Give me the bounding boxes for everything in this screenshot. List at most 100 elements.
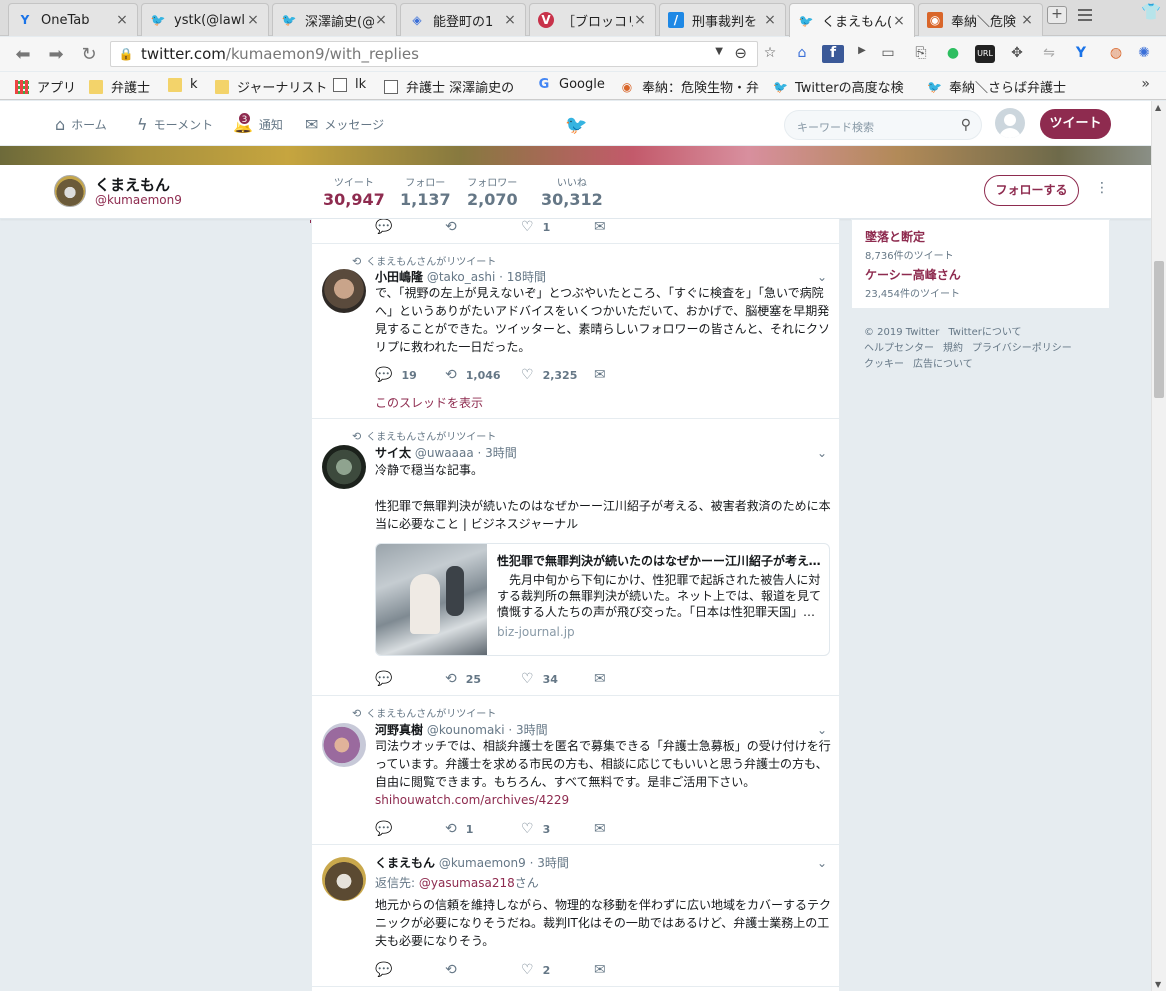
bookmark-twitter-search[interactable]: 🐦 Twitterの高度な検 (773, 77, 913, 97)
footer-link-help[interactable]: ヘルプセンター (864, 343, 934, 354)
twitter-bird-icon[interactable]: 🐦 (565, 115, 587, 136)
avatar[interactable] (322, 269, 366, 313)
avatar[interactable] (322, 857, 366, 901)
author-name[interactable]: 河野真樹 (375, 723, 423, 737)
like-action[interactable]: ♡ 1 (521, 219, 550, 235)
tweet-item[interactable]: ⟲ くまえもんさんがリツイート 河野真樹 @kounomaki · 3時間 ⌄ 司… (312, 696, 839, 845)
bookmark-google[interactable]: G Google (537, 77, 605, 92)
avatar[interactable] (54, 175, 86, 207)
move-icon[interactable]: ✥ (1007, 45, 1027, 63)
reply-action[interactable]: 💬 (375, 219, 401, 235)
bookmark-hounou[interactable]: ◉ 奉納：危険生物・弁 (620, 77, 760, 97)
bookmark-icon[interactable]: ⎘ (911, 45, 931, 63)
dropdown-arrow-icon[interactable]: ▼ (715, 46, 723, 57)
author-name[interactable]: 小田嶋隆 (375, 270, 423, 284)
tweet-item[interactable]: ⟲ くまえもんさんがリツイート 小田嶋隆 @tako_ashi · 18時間 ⌄ … (312, 244, 839, 419)
reader-icon[interactable]: ▭ (878, 45, 898, 63)
close-icon[interactable]: × (374, 12, 388, 28)
author-name[interactable]: サイ太 (375, 446, 411, 460)
tweet-item[interactable]: 💬 ⟲ ♡ 1 ✉ (312, 219, 839, 244)
forward-arrow-icon[interactable]: ➡ (45, 44, 67, 65)
nav-messages[interactable]: ✉ メッセージ (305, 115, 384, 134)
footer-link-terms[interactable]: 規約 (943, 343, 963, 354)
author-handle[interactable]: @tako_ashi (427, 270, 495, 284)
bookmark-folder-k[interactable]: k (168, 77, 198, 92)
tweet-time[interactable]: · 18時間 (499, 270, 546, 284)
chevron-down-icon[interactable]: ⌄ (817, 856, 827, 870)
browser-tab-noto[interactable]: ◈ 能登町の1 × (400, 3, 526, 36)
scroll-up-arrow-icon[interactable]: ▲ (1155, 103, 1161, 112)
chevron-right-icon[interactable]: » (1141, 76, 1150, 92)
extension-icon[interactable]: ⇋ (1039, 45, 1059, 63)
scrollbar-thumb[interactable] (1154, 261, 1164, 398)
home-icon[interactable]: ⌂ (792, 45, 812, 63)
close-icon[interactable]: × (246, 12, 260, 28)
extension-icon[interactable]: ◍ (1106, 45, 1126, 63)
avatar[interactable] (995, 108, 1025, 138)
browser-tab-broccoli[interactable]: V ［ブロッコリ × (529, 3, 656, 36)
arrow-right-icon[interactable]: ▶ (852, 45, 872, 63)
browser-tab-fukazawa[interactable]: 🐦 深澤諭史(@ × (272, 3, 397, 36)
reply-to-handle[interactable]: @yasumasa218 (419, 876, 515, 890)
trend-item[interactable]: 墜落と断定 8,736件のツイート (865, 228, 954, 262)
chevron-down-icon[interactable]: ⌄ (817, 446, 827, 460)
tweet-time[interactable]: · 3時間 (508, 723, 547, 737)
trend-item[interactable]: ケーシー高峰さん 23,454件のツイート (865, 266, 961, 300)
footer-link-cookies[interactable]: クッキー (864, 359, 904, 370)
reply-action[interactable]: 💬 (375, 821, 401, 837)
browser-tab-hounou[interactable]: ◉ 奉納＼危険 × (918, 3, 1043, 36)
bookmark-folder-lawyer[interactable]: 弁護士 (89, 77, 150, 96)
bookmark-fukazawa[interactable]: 弁護士 深澤諭史の (384, 77, 524, 96)
stat-following[interactable]: フォロー 1,137 (400, 174, 451, 209)
reload-icon[interactable]: ↻ (78, 44, 100, 65)
page-scrollbar[interactable]: ▲ ▼ (1151, 101, 1166, 991)
evernote-icon[interactable]: ● (943, 45, 963, 63)
new-tab-button[interactable]: + (1047, 6, 1067, 24)
close-icon[interactable]: × (1020, 12, 1034, 28)
tweet-item[interactable]: ⟲ くまえもんさんがリツイート サイ太 @uwaaaa · 3時間 ⌄ 冷静で穏当… (312, 419, 839, 696)
address-bar[interactable]: 🔒 twitter.com/kumaemon9/with_replies ▼ ⊖ (110, 41, 758, 67)
reply-action[interactable]: 💬 (375, 962, 401, 978)
bookmark-lk[interactable]: lk (333, 77, 366, 92)
profile-icon[interactable]: 👕 (1141, 2, 1161, 21)
nav-moments[interactable]: ϟ モーメント (137, 115, 213, 134)
dm-action[interactable]: ✉ (594, 671, 615, 687)
tweet-link[interactable]: shihouwatch.com/archives/4229 (375, 791, 831, 809)
follow-button[interactable]: フォローする (984, 175, 1079, 206)
bookmark-folder-journalist[interactable]: ジャーナリスト (215, 77, 327, 96)
star-icon[interactable]: ☆ (760, 45, 780, 63)
chevron-down-icon[interactable]: ⌄ (817, 270, 827, 284)
dm-action[interactable]: ✉ (594, 367, 615, 383)
tab-menu-icon[interactable] (1078, 9, 1092, 21)
nav-home[interactable]: ⌂ ホーム (55, 115, 107, 134)
tweet-button[interactable]: ツイート (1040, 109, 1111, 139)
avatar[interactable] (322, 723, 366, 767)
browser-tab-ystk[interactable]: 🐦 ystk(@lawl × (141, 3, 269, 36)
footer-link-ads[interactable]: 広告について (913, 359, 973, 370)
dm-action[interactable]: ✉ (594, 821, 615, 837)
close-icon[interactable]: × (763, 12, 777, 28)
retweet-action[interactable]: ⟲ (445, 219, 466, 235)
settings-gear-icon[interactable]: ✺ (1134, 45, 1154, 63)
tweet-time[interactable]: · 3時間 (530, 856, 569, 870)
like-action[interactable]: ♡ 34 (521, 671, 558, 687)
search-icon[interactable]: ⚲ (961, 117, 971, 133)
like-action[interactable]: ♡ 2 (521, 962, 550, 978)
zoom-icon[interactable]: ⊖ (734, 44, 747, 62)
author-name[interactable]: くまえもん (375, 856, 435, 870)
reply-action[interactable]: 💬 (375, 671, 401, 687)
browser-tab-onetab[interactable]: Y OneTab × (8, 3, 138, 36)
author-handle[interactable]: @kounomaki (427, 723, 505, 737)
profile-name[interactable]: くまえもん (95, 174, 170, 195)
reply-action[interactable]: 💬 19 (375, 367, 417, 383)
avatar[interactable] (322, 445, 366, 489)
tweet-item[interactable]: くまえもん @kumaemon9 · 3時間 ⌄ 返信先: @yasumasa2… (312, 845, 839, 987)
like-action[interactable]: ♡ 3 (521, 821, 550, 837)
author-handle[interactable]: @kumaemon9 (439, 856, 526, 870)
close-icon[interactable]: × (633, 12, 647, 28)
browser-tab-kumaemon[interactable]: 🐦 くまえもん(@ × (789, 3, 915, 37)
browser-tab-keiji[interactable]: / 刑事裁判を × (659, 3, 786, 36)
close-icon[interactable]: × (892, 13, 906, 29)
stat-likes[interactable]: いいね 30,312 (541, 174, 603, 209)
bookmark-apps[interactable]: アプリ (15, 77, 76, 96)
